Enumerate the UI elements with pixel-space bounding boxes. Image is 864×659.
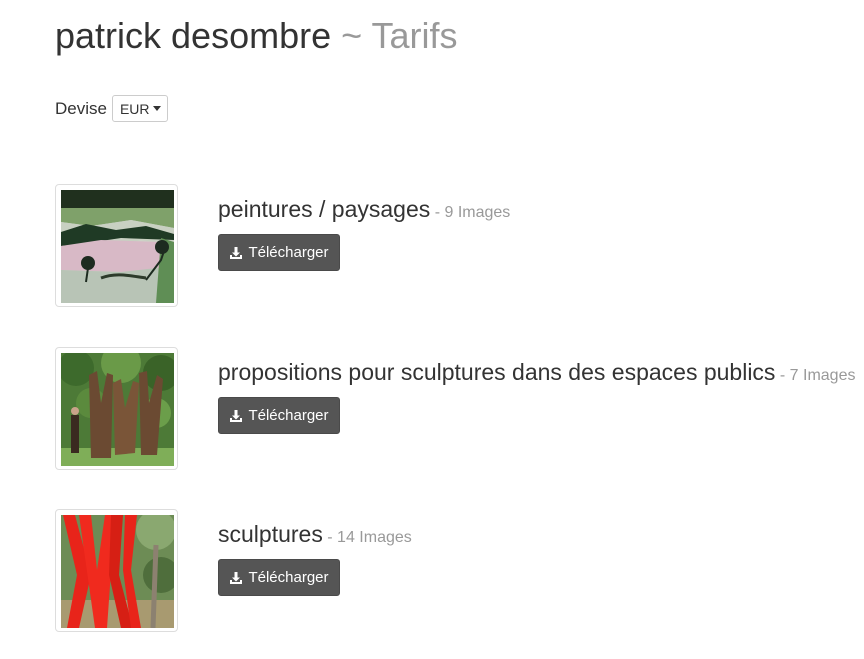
currency-value: EUR — [119, 100, 150, 117]
currency-dropdown[interactable]: EUR — [111, 95, 168, 122]
download-button-label: Télécharger — [248, 407, 329, 424]
currency-selector-row: Devise EUR — [55, 95, 168, 122]
album-image-count: - 9 Images — [434, 204, 511, 221]
album-info: peintures / paysages - 9 Images — [218, 194, 510, 224]
album-info: sculptures - 14 Images — [218, 519, 412, 549]
title-separator: ~ — [341, 15, 363, 56]
download-icon — [230, 409, 243, 422]
album-thumbnail[interactable] — [55, 509, 178, 632]
album-info: propositions pour sculptures dans des es… — [218, 357, 855, 387]
album-image-count: - 7 Images — [779, 367, 856, 384]
title-sub: Tarifs — [371, 15, 458, 56]
download-button-label: Télécharger — [248, 244, 329, 261]
album-item: sculptures - 14 Images Télécharger — [55, 509, 855, 633]
title-main: patrick desombre — [55, 15, 332, 56]
download-button-label: Télécharger — [248, 569, 329, 586]
red-sculpture-image — [61, 515, 174, 628]
steel-tree-sculpture-image — [61, 353, 174, 466]
caret-down-icon — [152, 106, 161, 111]
album-title[interactable]: peintures / paysages — [218, 196, 430, 222]
page-title: patrick desombre ~ Tarifs — [55, 12, 458, 60]
album-item: peintures / paysages - 9 Images Téléchar… — [55, 184, 855, 308]
album-image-count: - 14 Images — [327, 529, 412, 546]
landscape-painting-image — [61, 190, 174, 303]
album-thumbnail[interactable] — [55, 184, 178, 307]
download-icon — [230, 246, 243, 259]
album-title[interactable]: propositions pour sculptures dans des es… — [218, 359, 775, 385]
download-button[interactable]: Télécharger — [218, 234, 340, 271]
currency-label: Devise — [55, 98, 107, 118]
download-icon — [230, 571, 243, 584]
page: patrick desombre ~ Tarifs Devise EUR pei… — [0, 0, 864, 659]
album-item: propositions pour sculptures dans des es… — [55, 347, 855, 471]
album-title[interactable]: sculptures — [218, 521, 323, 547]
download-button[interactable]: Télécharger — [218, 397, 340, 434]
album-thumbnail[interactable] — [55, 347, 178, 470]
download-button[interactable]: Télécharger — [218, 559, 340, 596]
